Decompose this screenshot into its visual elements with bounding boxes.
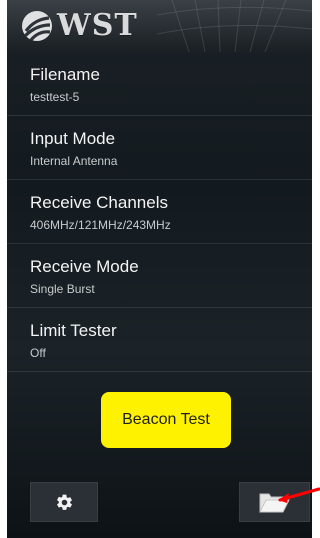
wst-logo-icon (22, 11, 52, 42)
beacon-test-button[interactable]: Beacon Test (101, 392, 231, 448)
setting-value: Off (30, 346, 46, 360)
settings-list: Filename testtest-5 Input Mode Internal … (7, 52, 312, 372)
logo-text: WST (57, 8, 138, 43)
input-mode-setting[interactable]: Input Mode Internal Antenna (7, 116, 312, 180)
filename-setting[interactable]: Filename testtest-5 (7, 52, 312, 116)
setting-title: Receive Channels (30, 193, 168, 212)
limit-tester-setting[interactable]: Limit Tester Off (7, 308, 312, 372)
folder-button[interactable] (239, 482, 310, 522)
setting-title: Input Mode (30, 129, 116, 148)
setting-title: Filename (30, 65, 100, 84)
setting-title: Receive Mode (30, 257, 139, 276)
setting-value: Single Burst (30, 282, 95, 296)
folder-icon (259, 493, 290, 513)
setting-value: 406MHz/121MHz/243MHz (30, 218, 171, 232)
setting-title: Limit Tester (30, 321, 117, 340)
settings-button[interactable] (30, 482, 98, 522)
app-header: WST (7, 0, 312, 52)
app-screen: WST Filename testtest-5 Input Mode Inter… (7, 0, 312, 538)
receive-channels-setting[interactable]: Receive Channels 406MHz/121MHz/243MHz (7, 180, 312, 244)
gear-icon (56, 494, 72, 510)
setting-value: testtest-5 (30, 90, 80, 104)
wst-logo: WST (21, 8, 138, 44)
setting-value: Internal Antenna (30, 154, 118, 168)
receive-mode-setting[interactable]: Receive Mode Single Burst (7, 244, 312, 308)
